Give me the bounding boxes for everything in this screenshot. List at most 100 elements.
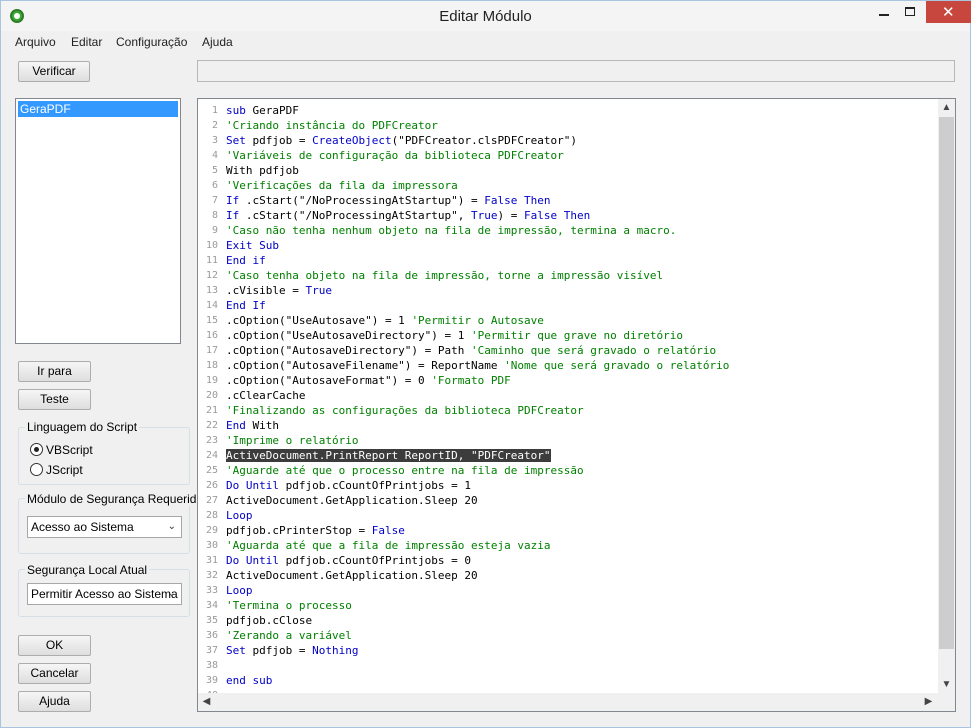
code-line[interactable]: end sub — [226, 673, 272, 688]
ir-para-button[interactable]: Ir para — [18, 361, 91, 382]
script-editor[interactable]: 1 2 3 4 5 6 7 8 9 10 11 12 13 14 15 16 17 18 19 20 21 22 23 24 2… — [197, 98, 956, 712]
code-line[interactable]: 'Imprime o relatório — [226, 433, 358, 448]
jscript-radio[interactable] — [30, 463, 43, 476]
code-token: ActiveDocument.GetApplication.Sleep 20 — [226, 569, 478, 582]
menu-ajuda[interactable]: Ajuda — [202, 35, 233, 49]
horizontal-scrollbar[interactable]: ◀ ▶ — [198, 693, 938, 711]
security-required-label: Módulo de Segurança Requerido — [25, 492, 206, 506]
line-number: 17 — [205, 345, 218, 356]
menu-configuracao[interactable]: Configuração — [116, 35, 187, 49]
list-item[interactable]: GeraPDF — [18, 101, 178, 117]
code-line[interactable]: 'Caso não tenha nenhum objeto na fila de… — [226, 223, 676, 238]
line-number: 8 — [211, 210, 218, 221]
code-token: .cClearCache — [226, 389, 306, 402]
code-line[interactable]: pdfjob.cClose — [226, 613, 312, 628]
line-number: 14 — [205, 300, 218, 311]
line-number: 31 — [205, 555, 218, 566]
code-line[interactable]: 'Verificações da fila da impressora — [226, 178, 458, 193]
code-area[interactable]: sub GeraPDF 'Criando instância do PDFCrea… — [226, 99, 936, 693]
jscript-label[interactable]: JScript — [46, 463, 83, 477]
code-line[interactable]: 'Zerando a variável — [226, 628, 352, 643]
code-line[interactable]: Set pdfjob = CreateObject("PDFCreator.cl… — [226, 133, 577, 148]
code-token: Loop — [226, 584, 253, 597]
scroll-left-icon[interactable]: ◀ — [198, 693, 215, 710]
teste-button[interactable]: Teste — [18, 389, 91, 410]
code-token: 'Aguarda até que a fila de impressão est… — [226, 539, 551, 552]
ok-button[interactable]: OK — [18, 635, 91, 656]
code-line[interactable]: 'Caso tenha objeto na fila de impressão,… — [226, 268, 663, 283]
code-line[interactable]: 'Finalizando as configurações da bibliot… — [226, 403, 584, 418]
code-token: .cVisible = — [226, 284, 306, 297]
code-line[interactable]: End With — [226, 418, 279, 433]
code-token: 'Caso não tenha nenhum objeto na fila de… — [226, 224, 677, 237]
code-line[interactable]: 'Termina o processo — [226, 598, 352, 613]
code-line[interactable]: ActiveDocument.PrintReport ReportID, "PD… — [226, 448, 551, 463]
ajuda-button[interactable]: Ajuda — [18, 691, 91, 712]
security-current-select[interactable]: Permitir Acesso ao Sistema ⌄ — [27, 583, 182, 605]
code-line[interactable]: End if — [226, 253, 266, 268]
code-line[interactable]: If .cStart("/NoProcessingAtStartup", Tru… — [226, 208, 590, 223]
line-number: 33 — [205, 585, 218, 596]
code-line[interactable]: .cOption("AutosaveFilename") = ReportNam… — [226, 358, 729, 373]
vertical-scroll-thumb[interactable] — [939, 117, 954, 649]
code-line[interactable]: 'Aguarde até que o processo entre na fil… — [226, 463, 584, 478]
cancelar-button[interactable]: Cancelar — [18, 663, 91, 684]
security-required-select[interactable]: Acesso ao Sistema ⌄ — [27, 516, 182, 538]
menu-arquivo[interactable]: Arquivo — [15, 35, 56, 49]
code-line[interactable]: ActiveDocument.GetApplication.Sleep 20 — [226, 568, 478, 583]
code-line[interactable]: .cVisible = True — [226, 283, 332, 298]
code-line[interactable]: Loop — [226, 583, 253, 598]
line-number: 18 — [205, 360, 218, 371]
code-line[interactable]: Set pdfjob = Nothing — [226, 643, 358, 658]
code-token: Set — [226, 644, 246, 657]
code-line[interactable]: ActiveDocument.GetApplication.Sleep 20 — [226, 493, 478, 508]
script-language-group — [18, 427, 190, 485]
scroll-up-icon[interactable]: ▲ — [938, 99, 955, 116]
code-token: Set — [226, 134, 246, 147]
code-line[interactable]: pdfjob.cPrinterStop = False — [226, 523, 405, 538]
code-line[interactable]: With pdfjob — [226, 163, 299, 178]
code-token: With — [245, 419, 279, 432]
code-line[interactable]: Do Until pdfjob.cCountOfPrintjobs = 1 — [226, 478, 471, 493]
verificar-button[interactable]: Verificar — [18, 61, 90, 82]
line-number: 32 — [205, 570, 218, 581]
code-token: pdfjob.cCountOfPrintjobs = 1 — [278, 479, 472, 492]
code-token: 'Finalizando as configurações da bibliot… — [226, 404, 584, 417]
code-line[interactable]: End If — [226, 298, 266, 313]
minimize-button[interactable] — [869, 1, 899, 23]
code-line[interactable]: 'Variáveis de configuração da biblioteca… — [226, 148, 564, 163]
code-line[interactable]: Loop — [226, 508, 253, 523]
code-line[interactable]: If .cStart("/NoProcessingAtStartup") = F… — [226, 193, 551, 208]
minimize-icon — [879, 14, 889, 16]
menu-editar[interactable]: Editar — [71, 35, 102, 49]
line-number: 19 — [205, 375, 218, 386]
code-line[interactable]: sub GeraPDF — [226, 103, 299, 118]
code-line[interactable]: .cOption("UseAutosave") = 1 'Permitir o … — [226, 313, 544, 328]
code-line[interactable]: .cOption("AutosaveDirectory") = Path 'Ca… — [226, 343, 716, 358]
code-line[interactable]: Do Until pdfjob.cCountOfPrintjobs = 0 — [226, 553, 471, 568]
scroll-right-icon[interactable]: ▶ — [920, 693, 937, 710]
editar-modulo-window: Editar Módulo ✕ Arquivo Editar Configura… — [0, 0, 971, 728]
line-number: 12 — [205, 270, 218, 281]
code-token: End If — [226, 299, 266, 312]
code-line[interactable]: 'Criando instância do PDFCreator — [226, 118, 438, 133]
maximize-button[interactable] — [899, 1, 929, 23]
line-number: 36 — [205, 630, 218, 641]
code-line[interactable]: .cOption("AutosaveFormat") = 0 'Formato … — [226, 373, 511, 388]
code-line[interactable]: 'Aguarda até que a fila de impressão est… — [226, 538, 551, 553]
line-number: 21 — [205, 405, 218, 416]
code-line[interactable]: .cOption("UseAutosaveDirectory") = 1 'Pe… — [226, 328, 683, 343]
code-line[interactable]: Exit Sub — [226, 238, 279, 253]
title-bar[interactable]: Editar Módulo ✕ — [1, 1, 971, 31]
script-language-label: Linguagem do Script — [25, 420, 140, 434]
module-list[interactable]: GeraPDF — [15, 98, 181, 344]
vbscript-label[interactable]: VBScript — [46, 443, 93, 457]
code-line[interactable]: .cClearCache — [226, 388, 305, 403]
close-button[interactable]: ✕ — [926, 1, 971, 23]
line-number: 35 — [205, 615, 218, 626]
vertical-scrollbar[interactable]: ▲ ▼ — [938, 99, 955, 693]
scroll-down-icon[interactable]: ▼ — [938, 676, 955, 693]
vbscript-radio[interactable] — [30, 443, 43, 456]
line-number: 11 — [205, 255, 218, 266]
security-required-value: Acesso ao Sistema — [31, 520, 134, 534]
